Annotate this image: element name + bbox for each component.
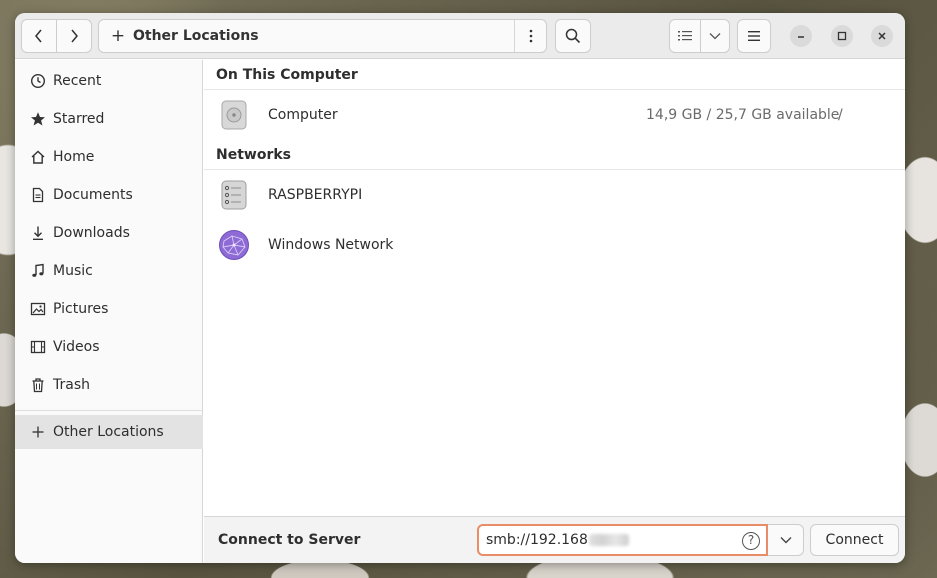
- section-divider: [204, 89, 905, 90]
- files-window: + Other Locations Recent Starred Home Do…: [15, 13, 905, 563]
- sidebar-item-recent[interactable]: Recent: [15, 64, 203, 98]
- plus-icon: [29, 423, 47, 441]
- list-view-button[interactable]: [669, 19, 701, 53]
- sidebar-item-label: Music: [53, 263, 93, 279]
- location-row-raspberrypi[interactable]: RASPBERRYPI: [204, 175, 905, 215]
- plus-icon: +: [110, 26, 126, 46]
- header-bar: + Other Locations: [15, 13, 905, 59]
- back-button[interactable]: [21, 19, 57, 53]
- sidebar-item-label: Home: [53, 149, 95, 165]
- search-button[interactable]: [555, 19, 591, 53]
- location-row-computer[interactable]: Computer 14,9 GB / 25,7 GB available /: [204, 95, 905, 135]
- storage-info: 14,9 GB / 25,7 GB available: [646, 107, 840, 123]
- vertical-dots-icon: [529, 29, 532, 43]
- chevron-right-icon: [71, 29, 78, 43]
- sidebar-item-label: Downloads: [53, 225, 130, 241]
- sidebar-item-downloads[interactable]: Downloads: [15, 216, 203, 250]
- download-icon: [29, 224, 47, 242]
- connect-to-server-bar: Connect to Server smb://192.168 ? Connec…: [204, 516, 905, 563]
- section-title-networks: Networks: [216, 147, 292, 163]
- sidebar-item-label: Videos: [53, 339, 100, 355]
- sidebar-item-home[interactable]: Home: [15, 140, 203, 174]
- location-row-windows-network[interactable]: Windows Network: [204, 225, 905, 265]
- search-icon: [565, 28, 581, 44]
- sidebar-item-label: Trash: [53, 377, 90, 393]
- trash-icon: [29, 376, 47, 394]
- sidebar-divider: [15, 410, 203, 411]
- location-name: Windows Network: [268, 237, 394, 253]
- sidebar-item-documents[interactable]: Documents: [15, 178, 203, 212]
- sidebar-item-pictures[interactable]: Pictures: [15, 292, 203, 326]
- sidebar-item-label: Documents: [53, 187, 133, 203]
- sidebar-item-trash[interactable]: Trash: [15, 368, 203, 402]
- connect-button[interactable]: Connect: [810, 524, 899, 556]
- server-address-value: smb://192.168: [486, 532, 588, 548]
- sidebar: Recent Starred Home Documents Downloads: [15, 60, 203, 563]
- maximize-icon: [837, 31, 847, 41]
- section-title-on-this-computer: On This Computer: [216, 67, 358, 83]
- chevron-left-icon: [35, 29, 42, 43]
- minimize-button[interactable]: [790, 25, 812, 47]
- recent-servers-dropdown[interactable]: [768, 524, 804, 556]
- server-address-input[interactable]: smb://192.168 ?: [477, 524, 768, 556]
- section-divider: [204, 169, 905, 170]
- chevron-down-icon: [780, 537, 791, 544]
- path-bar[interactable]: + Other Locations: [98, 19, 547, 53]
- picture-icon: [29, 300, 47, 318]
- redacted-address: [588, 534, 629, 546]
- sidebar-item-other-locations[interactable]: Other Locations: [15, 415, 203, 449]
- network-globe-icon: [218, 229, 250, 261]
- main-menu-button[interactable]: [737, 19, 771, 53]
- mount-point: /: [838, 107, 843, 123]
- sidebar-item-label: Starred: [53, 111, 105, 127]
- close-icon: [878, 32, 886, 40]
- hard-disk-icon: [218, 99, 250, 131]
- view-options-dropdown[interactable]: [700, 19, 730, 53]
- sidebar-item-label: Pictures: [53, 301, 109, 317]
- close-button[interactable]: [871, 25, 893, 47]
- clock-icon: [29, 72, 47, 90]
- maximize-button[interactable]: [831, 25, 853, 47]
- hamburger-menu-icon: [748, 31, 760, 41]
- sidebar-item-starred[interactable]: Starred: [15, 102, 203, 136]
- forward-button[interactable]: [56, 19, 92, 53]
- chevron-down-icon: [709, 33, 721, 40]
- sidebar-item-label: Other Locations: [53, 424, 164, 440]
- star-icon: [29, 110, 47, 128]
- path-label: Other Locations: [133, 28, 259, 44]
- path-menu-button[interactable]: [514, 20, 546, 52]
- help-icon[interactable]: ?: [742, 532, 760, 550]
- home-icon: [29, 148, 47, 166]
- sidebar-item-music[interactable]: Music: [15, 254, 203, 288]
- video-icon: [29, 338, 47, 356]
- minimize-icon: [798, 36, 804, 38]
- connect-to-server-label: Connect to Server: [218, 532, 361, 548]
- network-server-icon: [218, 179, 250, 211]
- location-name: RASPBERRYPI: [268, 187, 363, 203]
- locations-view: On This Computer Computer 14,9 GB / 25,7…: [204, 60, 905, 516]
- location-name: Computer: [268, 107, 338, 123]
- list-view-icon: [678, 31, 692, 41]
- music-icon: [29, 262, 47, 280]
- sidebar-item-videos[interactable]: Videos: [15, 330, 203, 364]
- sidebar-item-label: Recent: [53, 73, 102, 89]
- document-icon: [29, 186, 47, 204]
